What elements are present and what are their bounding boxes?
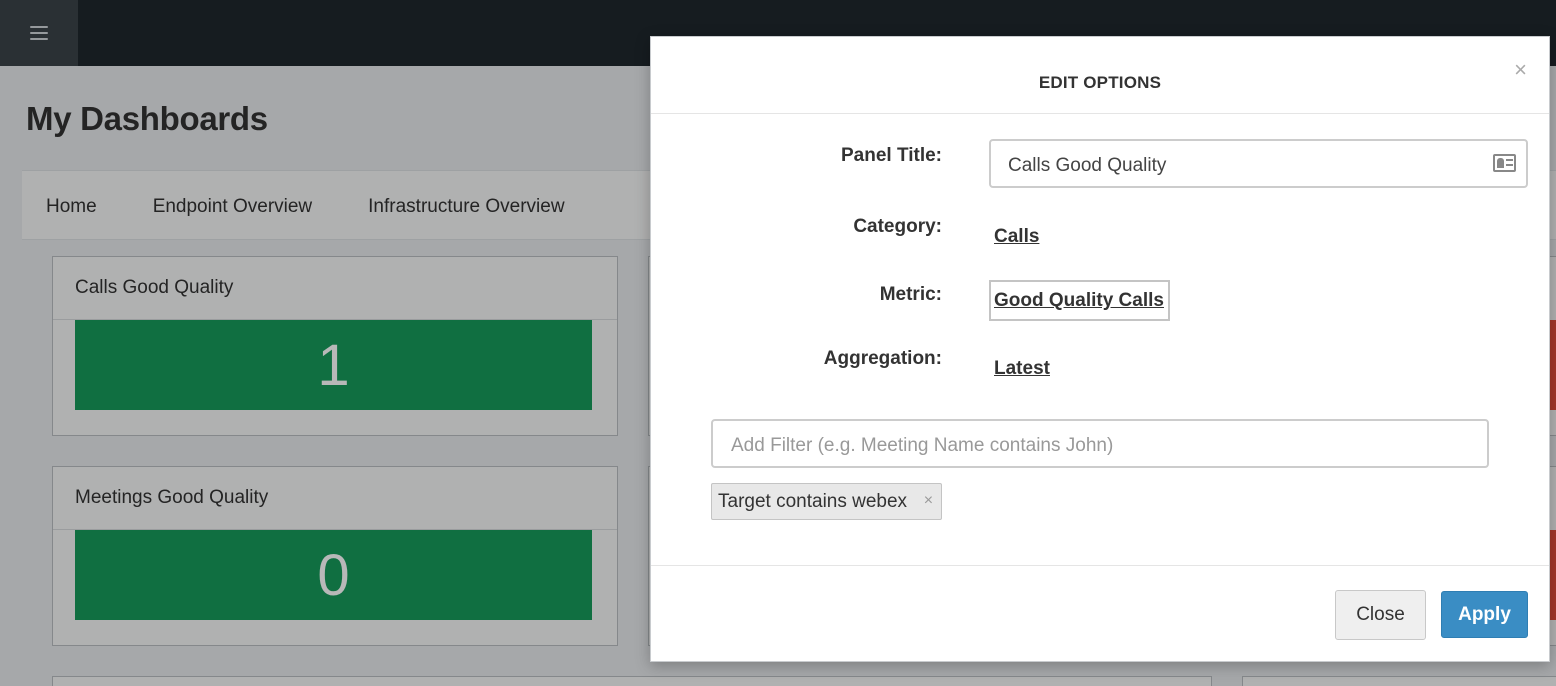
close-icon[interactable]: × — [1514, 57, 1527, 83]
modal-title: EDIT OPTIONS — [1038, 73, 1162, 92]
add-filter-placeholder: Add Filter (e.g. Meeting Name contains J… — [731, 435, 1114, 456]
apply-button[interactable]: Apply — [1441, 591, 1528, 638]
panel-title-label: Panel Title: — [840, 145, 942, 166]
edit-options-modal: EDIT OPTIONS × Panel Title: Calls Good Q… — [650, 36, 1550, 662]
category-link[interactable]: Calls — [994, 226, 1039, 248]
aggregation-label: Aggregation: — [823, 348, 942, 369]
metric-link[interactable]: Good Quality Calls — [994, 290, 1164, 312]
panel-title-input[interactable]: Calls Good Quality — [989, 139, 1528, 188]
add-filter-input[interactable]: Add Filter (e.g. Meeting Name contains J… — [711, 419, 1489, 468]
filter-chip-label: Target contains webex — [718, 490, 908, 512]
category-label: Category: — [853, 216, 942, 237]
metric-label: Metric: — [879, 284, 942, 305]
modal-footer: Close Apply — [651, 565, 1549, 663]
filter-chip: Target contains webex × — [711, 483, 943, 520]
close-button[interactable]: Close — [1335, 590, 1426, 640]
modal-header: EDIT OPTIONS × — [651, 37, 1549, 114]
aggregation-link[interactable]: Latest — [994, 358, 1050, 380]
panel-title-input-value: Calls Good Quality — [1008, 155, 1167, 176]
contact-card-icon — [1493, 154, 1516, 172]
remove-filter-icon[interactable]: × — [924, 492, 933, 510]
